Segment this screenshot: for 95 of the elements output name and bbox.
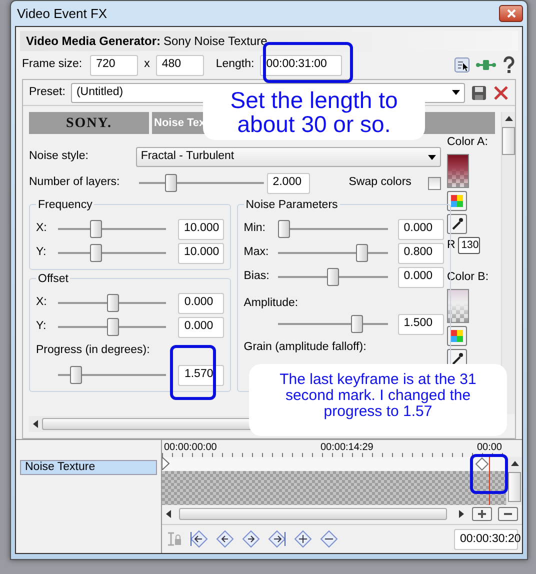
separator-text: x [144,57,150,72]
connector-icon[interactable] [476,58,496,72]
field-label: Bias: [244,269,270,284]
slider-thumb[interactable] [164,174,177,192]
save-icon[interactable] [471,84,487,100]
number-field[interactable]: 130 [458,237,480,254]
field-label: Preset: [29,84,66,100]
field-label: Amplitude: [244,296,300,311]
checkbox[interactable] [428,176,441,190]
scroll-right-icon[interactable] [459,510,464,518]
next-keyframe-icon[interactable] [242,530,260,548]
field-label: Y: [36,245,48,260]
zoom-out-button[interactable] [498,506,518,521]
number-field[interactable]: 10.000 [178,242,224,264]
number-field[interactable]: 10.000 [178,218,224,240]
keyframe-icon[interactable] [162,457,170,470]
scroll-up-icon[interactable] [504,116,512,121]
number-field[interactable]: 480 [156,54,204,76]
number-field[interactable]: 0.000 [178,316,224,338]
number-field[interactable]: 0.000 [398,218,444,240]
number-field[interactable]: 720 [90,54,138,76]
eyedropper-icon [450,217,464,232]
scroll-left-icon[interactable] [166,510,171,518]
dropdown-arrow-icon [428,154,436,160]
palette-icon [450,328,464,343]
ruler-label: 00:00:14:29 [320,441,374,455]
generator-label: Video Media Generator: [26,33,160,50]
scroll-thumb[interactable] [502,127,515,155]
color-b-swatch[interactable] [447,288,469,323]
eyedropper-button[interactable] [447,214,467,234]
zoom-in-button[interactable] [472,506,492,521]
field-label: Min: [244,221,266,236]
logo: SONY. [29,112,149,134]
slider-thumb[interactable] [106,294,119,312]
dropdown-arrow-icon [452,90,460,95]
noise-style-dropdown[interactable]: Fractal - Turbulent [136,147,441,167]
number-field[interactable]: 0.000 [178,292,224,314]
scrollbar[interactable] [506,457,522,506]
window-title: Video Event FX [17,4,108,23]
field-label: X: [36,221,48,236]
color-label: Color A: [447,135,488,150]
callout-tooltip: The last keyframe is at the 31 second mark. I changed the progress to 1.57 [249,364,507,436]
field-label: Grain (amplitude falloff): [244,340,368,355]
slider-thumb[interactable] [326,268,339,286]
slider-thumb[interactable] [90,220,102,238]
highlight-frame [170,345,216,400]
delete-icon[interactable] [493,84,509,100]
number-field[interactable]: 2.000 [266,172,310,194]
field-label: Length: [216,57,254,72]
scroll-up-icon[interactable] [510,461,518,466]
field-label: X: [36,295,48,310]
slider-thumb[interactable] [70,366,82,384]
field-label: Progress (in degrees): [36,343,150,358]
number-field[interactable]: 0.800 [398,242,444,264]
ruler-label: 00:00 [476,441,502,455]
scroll-left-icon[interactable] [33,420,38,428]
delete-keyframe-icon[interactable] [320,530,338,548]
slider-thumb[interactable] [106,318,119,336]
slider-thumb[interactable] [351,315,364,333]
field-label: Max: [244,245,270,260]
plus-icon [478,510,486,518]
first-keyframe-icon[interactable] [190,530,208,548]
palette-icon [450,194,464,208]
scroll-thumb[interactable] [508,472,521,502]
eyedropper-icon [450,352,464,366]
last-keyframe-icon[interactable] [268,530,286,548]
generator-name: Sony Noise Texture [163,33,268,50]
time-field[interactable]: 00:00:30:20 [454,528,518,550]
slider-thumb[interactable] [356,244,368,262]
checkbox-label: Swap colors [348,175,412,190]
slider-thumb[interactable] [278,220,290,238]
length-field[interactable]: 00:00:31:00 [260,54,342,76]
number-field[interactable]: 0.000 [398,266,444,288]
pointer-icon[interactable] [454,57,470,73]
field-label: Frame size: [22,57,82,72]
close-button[interactable] [499,5,523,22]
field-label: Y: [36,319,48,334]
scroll-thumb[interactable] [179,508,448,520]
previous-keyframe-icon[interactable] [216,530,234,548]
palette-button[interactable] [447,191,467,212]
number-field[interactable]: 1.500 [398,314,444,334]
track-item[interactable]: Noise Texture [20,460,157,475]
color-label: Color B: [447,270,489,284]
ruler-label: 00:00:00:00 [164,441,217,455]
palette-button[interactable] [447,326,467,346]
help-icon[interactable] [502,56,516,74]
field-label: Noise style: [29,149,90,164]
close-icon [506,9,516,18]
slider-thumb[interactable] [90,244,102,262]
color-a-swatch[interactable] [447,154,469,188]
add-keyframe-icon[interactable] [294,530,312,548]
highlight-frame [470,454,508,494]
scrollbar[interactable] [501,112,515,414]
number-field[interactable]: 1.570 [178,364,224,386]
field-label: Number of layers: [29,175,121,190]
